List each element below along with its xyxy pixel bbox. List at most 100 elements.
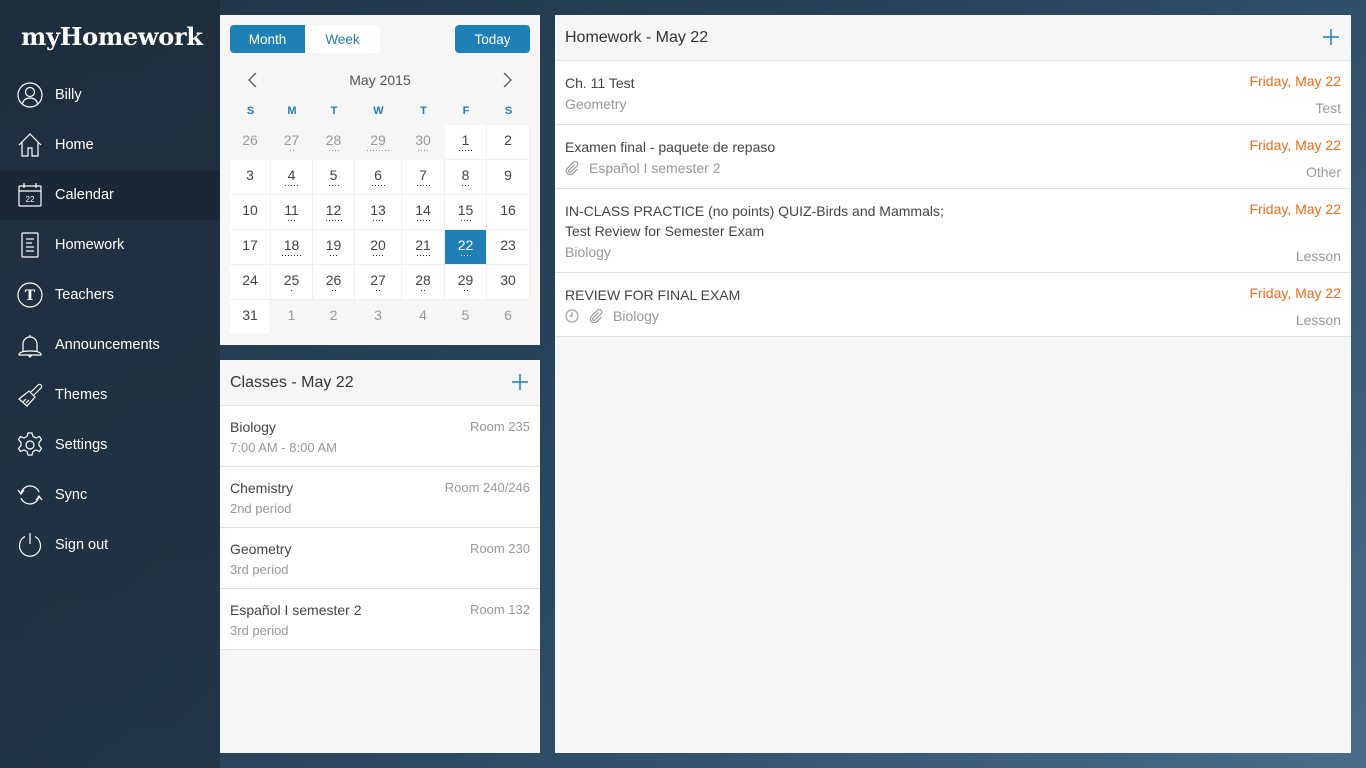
- power-icon: [17, 532, 43, 558]
- calendar-day[interactable]: 17: [230, 230, 271, 265]
- homework-row[interactable]: REVIEW FOR FINAL EXAM Biology Friday, Ma…: [555, 273, 1351, 337]
- calendar-day[interactable]: 9: [487, 160, 530, 195]
- calendar-day[interactable]: 11: [271, 195, 313, 230]
- month-view-button[interactable]: Month: [230, 25, 305, 53]
- event-dot: [294, 254, 295, 256]
- week-view-button[interactable]: Week: [305, 25, 380, 53]
- event-dots: [367, 149, 389, 153]
- sidebar-item-settings[interactable]: Settings: [0, 420, 220, 470]
- today-button[interactable]: Today: [455, 25, 530, 53]
- calendar-day[interactable]: 26: [230, 125, 271, 160]
- calendar-day[interactable]: 29: [355, 125, 402, 160]
- homework-title: Examen final - paquete de repaso: [565, 139, 776, 155]
- calendar-day[interactable]: 19: [313, 230, 355, 265]
- event-dots: [463, 289, 468, 293]
- class-row[interactable]: Biology 7:00 AM - 8:00 AM Room 235: [220, 406, 540, 467]
- event-dot: [285, 254, 286, 256]
- calendar-day[interactable]: 10: [230, 195, 271, 230]
- day-number: 6: [374, 166, 382, 183]
- weekday-label: T: [330, 105, 338, 117]
- homework-row[interactable]: Ch. 11 Test Geometry Friday, May 22 Test: [555, 61, 1351, 125]
- calendar-day-selected[interactable]: 22: [445, 230, 487, 265]
- event-dot: [340, 219, 342, 221]
- sidebar-item-announcements[interactable]: Announcements: [0, 320, 220, 370]
- calendar-day[interactable]: 28: [313, 125, 355, 160]
- event-dots: [460, 254, 471, 258]
- calendar-day[interactable]: 24: [230, 265, 271, 300]
- gear-icon: [17, 432, 43, 458]
- event-dot: [371, 184, 373, 186]
- sidebar-item-label: Home: [55, 137, 94, 153]
- calendar-day[interactable]: 28: [402, 265, 445, 300]
- sidebar-item-home[interactable]: Home: [0, 120, 220, 170]
- calendar-day[interactable]: 7: [402, 160, 445, 195]
- class-row[interactable]: Español I semester 2 3rd period Room 132: [220, 589, 540, 650]
- event-dot: [376, 289, 377, 291]
- calendar-day[interactable]: 4: [402, 300, 445, 335]
- calendar-day[interactable]: 30: [487, 265, 530, 300]
- calendar-day[interactable]: 21: [402, 230, 445, 265]
- event-dot: [460, 219, 462, 221]
- event-dot: [427, 149, 428, 151]
- calendar-day[interactable]: 12: [313, 195, 355, 230]
- event-dot: [282, 254, 283, 256]
- calendar-day[interactable]: 5: [445, 300, 487, 335]
- class-room: Room 235: [470, 419, 530, 434]
- calendar-day[interactable]: 15: [445, 195, 487, 230]
- add-class-button[interactable]: [510, 372, 530, 392]
- event-dot: [334, 289, 336, 291]
- calendar-day[interactable]: 1: [271, 300, 313, 335]
- sidebar-item-label: Calendar: [55, 187, 114, 203]
- calendar-day[interactable]: 27: [355, 265, 402, 300]
- event-dot: [469, 219, 471, 221]
- event-dot: [382, 254, 383, 256]
- homework-row[interactable]: IN-CLASS PRACTICE (no points) QUIZ-Birds…: [555, 189, 1351, 273]
- calendar-day[interactable]: 26: [313, 265, 355, 300]
- sidebar-item-user[interactable]: Billy: [0, 70, 220, 120]
- calendar-day[interactable]: 2: [313, 300, 355, 335]
- class-row[interactable]: Geometry 3rd period Room 230: [220, 528, 540, 589]
- calendar-day[interactable]: 5: [313, 160, 355, 195]
- day-number: 16: [500, 201, 516, 218]
- day-number: 9: [504, 166, 512, 183]
- next-month-button[interactable]: [496, 70, 520, 90]
- class-row[interactable]: Chemistry 2nd period Room 240/246: [220, 467, 540, 528]
- calendar-day[interactable]: 23: [487, 230, 530, 265]
- calendar-day[interactable]: 25: [271, 265, 313, 300]
- homework-type: Lesson: [1295, 248, 1341, 264]
- calendar-day[interactable]: 3: [230, 160, 271, 195]
- homework-row[interactable]: Examen final - paquete de repaso Español…: [555, 125, 1351, 189]
- sidebar-item-sync[interactable]: Sync: [0, 470, 220, 520]
- calendar-day[interactable]: 14: [402, 195, 445, 230]
- event-dot: [428, 254, 430, 256]
- view-toggle: Month Week: [230, 25, 380, 53]
- calendar-day[interactable]: 8: [445, 160, 487, 195]
- calendar-day[interactable]: 27: [271, 125, 313, 160]
- sidebar-item-teachers[interactable]: T Teachers: [0, 270, 220, 320]
- event-dot: [334, 149, 336, 151]
- add-homework-button[interactable]: [1321, 27, 1341, 47]
- sidebar-item-calendar[interactable]: 22 Calendar: [0, 170, 220, 220]
- event-dot: [465, 184, 466, 186]
- event-dots: [325, 219, 342, 223]
- sidebar-item-signout[interactable]: Sign out: [0, 520, 220, 570]
- calendar-day[interactable]: 18: [271, 230, 313, 265]
- sidebar-item-themes[interactable]: Themes: [0, 370, 220, 420]
- calendar-day[interactable]: 20: [355, 230, 402, 265]
- calendar-day[interactable]: 4: [271, 160, 313, 195]
- calendar-day[interactable]: 30: [402, 125, 445, 160]
- sidebar-item-homework[interactable]: Homework: [0, 220, 220, 270]
- calendar-day[interactable]: 2: [487, 125, 530, 160]
- calendar-day[interactable]: 31: [230, 300, 271, 335]
- calendar-day[interactable]: 29: [445, 265, 487, 300]
- calendar-day[interactable]: 1: [445, 125, 487, 160]
- calendar-day[interactable]: 6: [487, 300, 530, 335]
- calendar-day[interactable]: 13: [355, 195, 402, 230]
- calendar-day[interactable]: 16: [487, 195, 530, 230]
- event-dot: [294, 184, 295, 186]
- event-dot: [416, 184, 418, 186]
- event-dot: [330, 254, 331, 256]
- calendar-day[interactable]: 3: [355, 300, 402, 335]
- homework-class: Español I semester 2: [589, 160, 721, 176]
- calendar-day[interactable]: 6: [355, 160, 402, 195]
